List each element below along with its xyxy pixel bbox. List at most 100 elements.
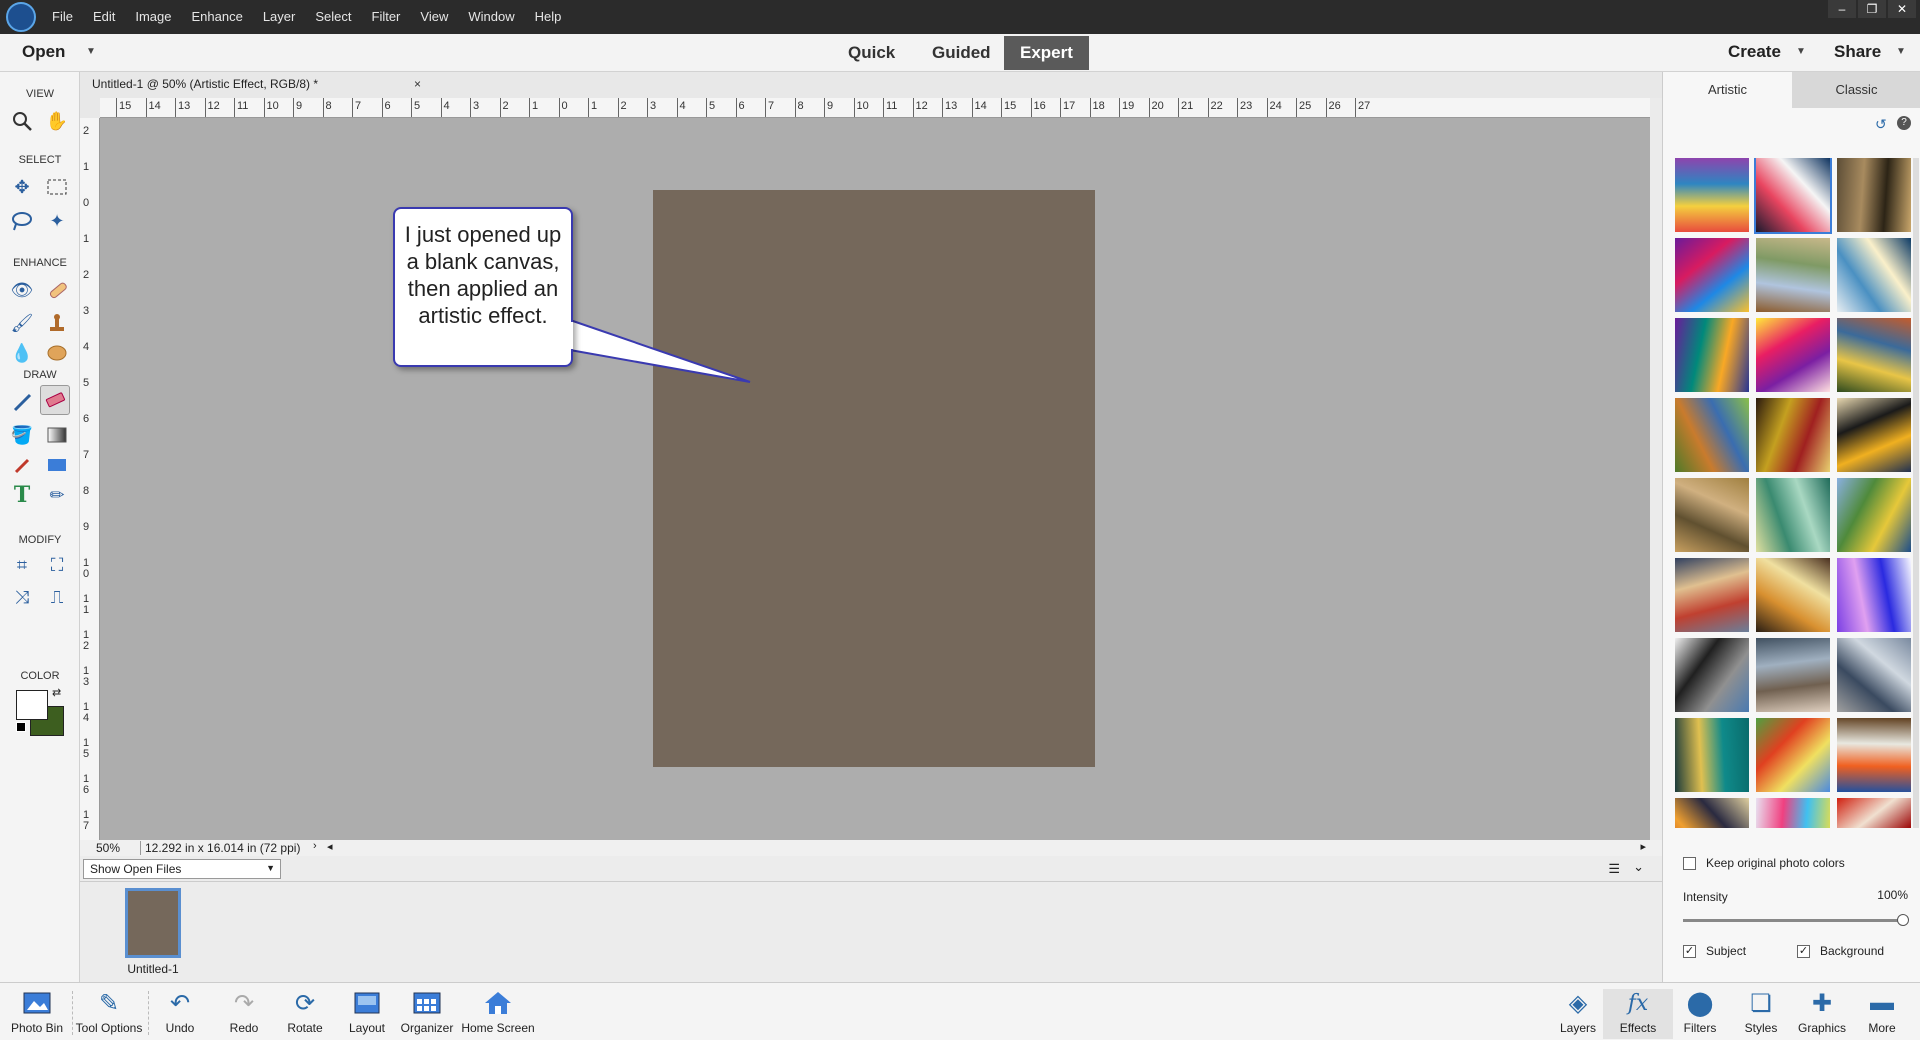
menu-image[interactable]: Image: [125, 0, 181, 34]
gradient-tool-icon[interactable]: [42, 420, 72, 450]
red-eye-tool-icon[interactable]: 👁: [7, 275, 37, 305]
artistic-effect-thumbnail[interactable]: [1675, 558, 1749, 632]
artistic-effect-thumbnail[interactable]: [1837, 478, 1911, 552]
tab-artistic[interactable]: Artistic: [1663, 72, 1792, 108]
recompose-tool-icon[interactable]: ⛶: [42, 550, 72, 580]
status-expand-icon[interactable]: ›: [313, 840, 317, 852]
menu-help[interactable]: Help: [525, 0, 572, 34]
subject-option[interactable]: ✓ Subject: [1683, 944, 1746, 958]
artistic-effect-thumbnail[interactable]: [1756, 478, 1830, 552]
hand-tool-icon[interactable]: ✋: [42, 106, 72, 136]
artistic-effect-thumbnail[interactable]: [1675, 398, 1749, 472]
artistic-effect-thumbnail[interactable]: [1837, 318, 1911, 392]
artistic-effect-thumbnail[interactable]: [1837, 238, 1911, 312]
background-option[interactable]: ✓ Background: [1797, 944, 1884, 958]
redo-button[interactable]: ↷ Redo: [209, 989, 279, 1036]
menu-file[interactable]: File: [42, 0, 83, 34]
collapse-bin-icon[interactable]: ⌄: [1633, 859, 1644, 875]
filters-button[interactable]: ⬤ Filters: [1665, 989, 1735, 1036]
artistic-effect-thumbnail[interactable]: [1756, 318, 1830, 392]
brush-tool-icon[interactable]: [7, 387, 37, 417]
show-open-files-dropdown[interactable]: Show Open Files ▼: [83, 859, 281, 879]
eraser-tool-icon[interactable]: [40, 385, 70, 415]
paint-bucket-tool-icon[interactable]: 🪣: [7, 420, 37, 450]
bin-options-icon[interactable]: ☰: [1608, 861, 1620, 877]
straighten-tool-icon[interactable]: ⎍: [42, 582, 72, 612]
artistic-effect-thumbnail[interactable]: [1756, 798, 1830, 828]
mode-expert-tab[interactable]: Expert: [1004, 36, 1089, 70]
more-button[interactable]: ▬ More: [1847, 989, 1917, 1035]
artistic-effect-thumbnail[interactable]: [1837, 798, 1911, 828]
sponge-tool-icon[interactable]: [42, 338, 72, 368]
magic-wand-tool-icon[interactable]: ✦: [42, 206, 72, 236]
undo-button[interactable]: ↶ Undo: [145, 989, 215, 1036]
artistic-effect-thumbnail[interactable]: [1837, 558, 1911, 632]
menu-window[interactable]: Window: [458, 0, 524, 34]
effects-scrollbar[interactable]: [1913, 158, 1919, 828]
mode-guided-tab[interactable]: Guided: [916, 36, 1007, 70]
artistic-effect-thumbnail[interactable]: [1675, 318, 1749, 392]
artistic-effect-thumbnail[interactable]: [1837, 158, 1911, 232]
keep-colors-checkbox[interactable]: [1683, 856, 1696, 870]
marquee-tool-icon[interactable]: [42, 172, 72, 202]
eyedropper-tool-icon[interactable]: [7, 450, 37, 480]
organizer-button[interactable]: Organizer: [392, 989, 462, 1035]
lasso-tool-icon[interactable]: [7, 206, 37, 236]
vertical-scrollbar[interactable]: [1650, 98, 1662, 840]
healing-brush-tool-icon[interactable]: [42, 275, 72, 305]
menu-view[interactable]: View: [410, 0, 458, 34]
artistic-effect-thumbnail[interactable]: [1756, 638, 1830, 712]
share-dropdown-icon[interactable]: ▼: [1896, 46, 1906, 57]
reset-icon[interactable]: ↺: [1875, 116, 1887, 133]
create-button[interactable]: Create: [1728, 42, 1781, 62]
artistic-effect-thumbnail[interactable]: [1675, 158, 1749, 232]
styles-button[interactable]: ❏ Styles: [1726, 989, 1796, 1036]
create-dropdown-icon[interactable]: ▼: [1796, 46, 1806, 57]
artistic-effect-thumbnail[interactable]: [1675, 718, 1749, 792]
crop-tool-icon[interactable]: ⌗: [7, 550, 37, 580]
artistic-effect-thumbnail[interactable]: [1754, 158, 1832, 234]
artistic-effect-thumbnail[interactable]: [1675, 238, 1749, 312]
zoom-tool-icon[interactable]: [7, 106, 37, 136]
share-button[interactable]: Share: [1834, 42, 1881, 62]
artistic-effect-thumbnail[interactable]: [1837, 398, 1911, 472]
intensity-slider[interactable]: [1683, 914, 1909, 926]
restore-button[interactable]: ❐: [1858, 0, 1886, 18]
scroll-left-icon[interactable]: ◂: [327, 840, 333, 853]
menu-filter[interactable]: Filter: [362, 0, 411, 34]
intensity-slider-handle[interactable]: [1897, 914, 1909, 926]
menu-edit[interactable]: Edit: [83, 0, 125, 34]
pencil-tool-icon[interactable]: ✏: [42, 480, 72, 510]
zoom-level[interactable]: 50%: [96, 841, 120, 855]
menu-layer[interactable]: Layer: [253, 0, 306, 34]
home-screen-button[interactable]: Home Screen: [458, 989, 538, 1035]
document-close-icon[interactable]: ×: [414, 77, 421, 91]
move-tool-icon[interactable]: ✥: [7, 172, 37, 202]
blur-tool-icon[interactable]: 💧: [7, 338, 37, 368]
open-button[interactable]: Open: [22, 42, 65, 62]
artistic-effect-thumbnail[interactable]: [1675, 798, 1749, 828]
close-button[interactable]: ✕: [1888, 0, 1916, 18]
help-icon[interactable]: ?: [1897, 116, 1911, 130]
open-file-thumbnail[interactable]: [125, 888, 181, 958]
shape-tool-icon[interactable]: [42, 450, 72, 480]
menu-enhance[interactable]: Enhance: [182, 0, 253, 34]
effects-button[interactable]: fx Effects: [1603, 989, 1673, 1039]
scroll-right-icon[interactable]: ▸: [1640, 840, 1646, 853]
open-dropdown-icon[interactable]: ▼: [86, 46, 96, 57]
canvas-workspace[interactable]: [100, 118, 1650, 840]
artistic-effect-thumbnail[interactable]: [1756, 238, 1830, 312]
artistic-effect-thumbnail[interactable]: [1756, 718, 1830, 792]
background-checkbox[interactable]: ✓: [1797, 944, 1810, 958]
tab-classic[interactable]: Classic: [1792, 72, 1920, 108]
content-aware-move-tool-icon[interactable]: ⤨: [7, 582, 37, 612]
artistic-effect-thumbnail[interactable]: [1837, 718, 1911, 792]
keep-colors-option[interactable]: Keep original photo colors: [1683, 856, 1845, 870]
clone-stamp-tool-icon[interactable]: [42, 308, 72, 338]
type-tool-icon[interactable]: T: [7, 480, 37, 510]
document-tab[interactable]: Untitled-1 @ 50% (Artistic Effect, RGB/8…: [80, 72, 1660, 98]
tool-options-button[interactable]: ✎ Tool Options: [74, 989, 144, 1036]
artistic-effect-thumbnail[interactable]: [1675, 638, 1749, 712]
artistic-effect-thumbnail[interactable]: [1675, 478, 1749, 552]
subject-checkbox[interactable]: ✓: [1683, 944, 1696, 958]
